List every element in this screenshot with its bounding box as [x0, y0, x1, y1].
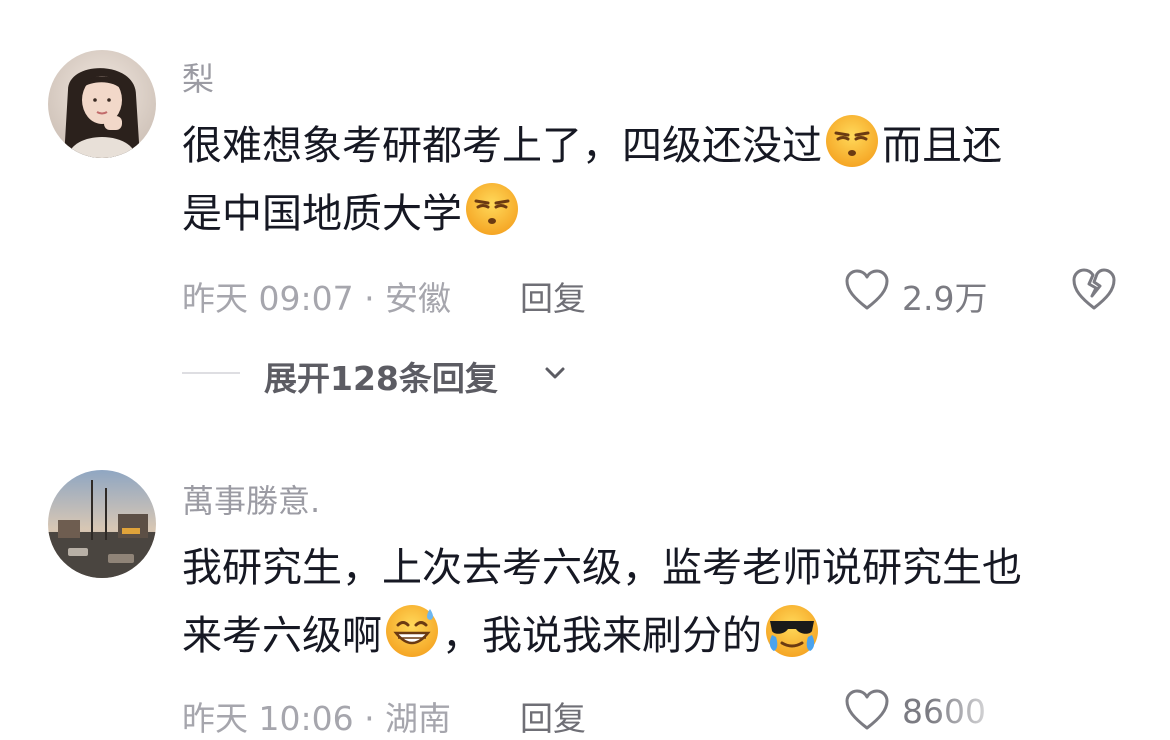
sweat-smile-emoji — [384, 603, 440, 659]
cool-cry-emoji — [764, 603, 820, 659]
expand-replies-button[interactable]: 展开128条回复 — [182, 350, 782, 398]
comment-line-text: 我研究生，上次去考六级，监考老师说研究生也 — [182, 545, 1022, 591]
comment-line: 很难想象考研都考上了，四级还没过 而且还 — [182, 112, 1122, 180]
comment-line-text: 很难想象考研都考上了，四级还没过 — [182, 123, 822, 169]
comment-username[interactable]: 萬事勝意. — [182, 476, 320, 522]
like-count: 2.9万 — [902, 279, 988, 318]
comment-text: 我研究生，上次去考六级，监考老师说研究生也 来考六级啊 ，我说我来刷分的 — [182, 534, 1122, 670]
avatar[interactable] — [48, 50, 156, 158]
comment-username[interactable]: 梨 — [182, 54, 214, 100]
comment-meta: 昨天 09:07 · 安徽 回复 2.9万 — [182, 266, 1142, 318]
smirk-emoji — [464, 181, 520, 237]
broken-heart-icon — [1072, 268, 1116, 310]
divider-line — [182, 372, 240, 374]
comment-line-text: 是中国地质大学 — [182, 191, 462, 237]
watermark-overlay — [930, 688, 1170, 733]
comment-line: 是中国地质大学 — [182, 180, 1122, 248]
smirk-emoji — [824, 113, 880, 169]
chevron-down-icon — [545, 367, 565, 379]
comment-line-text: 来考六级啊 — [182, 613, 382, 659]
comment-line-text: 而且还 — [882, 123, 1002, 169]
heart-outline-icon — [845, 269, 889, 310]
comment-line: 来考六级啊 ，我说我来刷分的 — [182, 602, 1122, 670]
avatar[interactable] — [48, 470, 156, 578]
comment-text: 很难想象考研都考上了，四级还没过 而且还 是中国地质大学 — [182, 112, 1122, 248]
heart-outline-icon — [845, 689, 889, 730]
comment-time-location: 昨天 09:07 · 安徽 — [182, 279, 452, 318]
expand-replies-label: 展开128条回复 — [264, 359, 498, 398]
comment-line: 我研究生，上次去考六级，监考老师说研究生也 — [182, 534, 1122, 602]
comment-line-text: ，我说我来刷分的 — [442, 613, 762, 659]
comment-item: 梨 很难想象考研都考上了，四级还没过 而且还 是中国地质大学 昨天 09:07 ·… — [0, 0, 1170, 430]
reply-button[interactable]: 回复 — [520, 272, 586, 320]
dislike-button[interactable] — [1070, 266, 1118, 316]
